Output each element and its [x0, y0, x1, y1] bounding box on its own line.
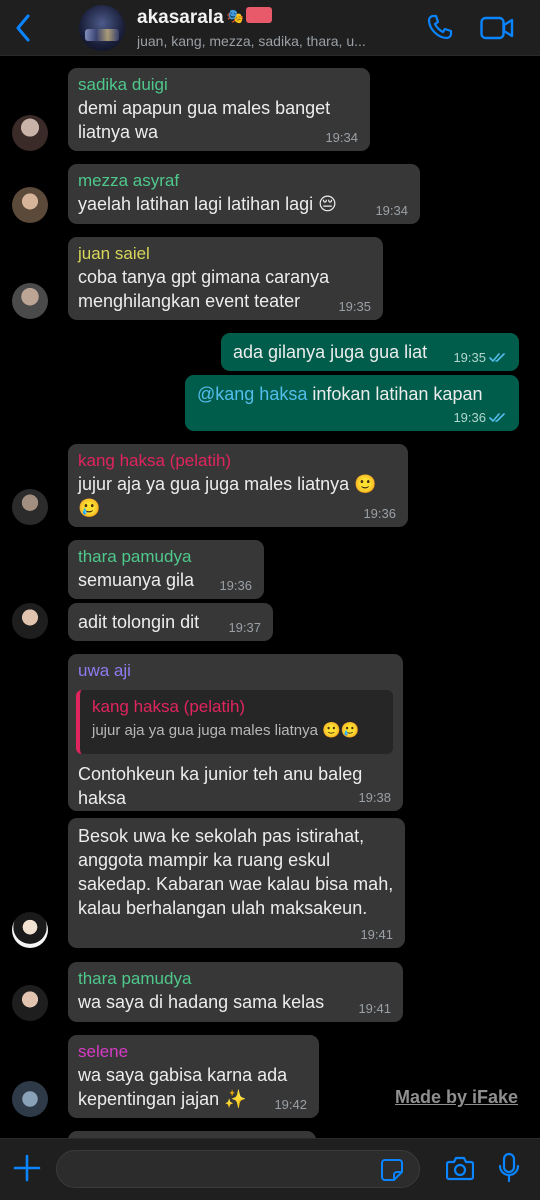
message-bubble[interactable]: juan saiel coba tanya gpt gimana caranya…	[68, 237, 383, 320]
message-text-body: infokan latihan kapan	[307, 384, 483, 404]
message-sender: thara pamudya	[78, 547, 192, 566]
message-list[interactable]: sadika duigi demi apapun gua males bange…	[0, 57, 540, 1138]
read-receipt-icon	[489, 353, 505, 363]
message-time: 19:37	[228, 620, 261, 635]
message-bubble[interactable]: thara pamudya semuanya gila 19:36	[68, 540, 264, 599]
message-bubble-outgoing[interactable]: ada gilanya juga gua liat 19:35	[221, 333, 519, 371]
message-bubble[interactable]: Besok uwa ke sekolah pas istirahat, angg…	[68, 818, 405, 948]
camera-button[interactable]	[445, 1155, 475, 1181]
message-text: yaelah latihan lagi latihan lagi 😔	[78, 194, 337, 214]
message-text: @kang haksa infokan latihan kapan	[195, 382, 507, 406]
message-sender: thara pamudya	[78, 969, 192, 988]
message-text: Besok uwa ke sekolah pas istirahat, angg…	[78, 826, 394, 918]
avatar-juan[interactable]	[12, 283, 48, 319]
back-chevron-icon	[16, 14, 30, 42]
message-time: 19:35	[453, 350, 507, 365]
message-bubble[interactable]: kang haksa (pelatih) jujur aja ya gua ju…	[68, 444, 408, 527]
message-bubble[interactable]: selene wa saya gabisa karna ada kepentin…	[68, 1035, 319, 1118]
ticket-icon	[246, 7, 273, 23]
title-emoji: 🎭	[226, 8, 245, 24]
group-avatar[interactable]	[79, 5, 125, 51]
message-time-text: 19:36	[453, 410, 486, 425]
avatar-kang-haksa[interactable]	[12, 489, 48, 525]
message-time: 19:35	[338, 299, 371, 314]
chat-title[interactable]: akasarala 🎭	[137, 7, 273, 29]
mention-link[interactable]: @kang haksa	[197, 384, 307, 404]
message-text: jujur aja ya gua juga males liatnya 🙂 🥲	[78, 474, 377, 518]
avatar-thara[interactable]	[12, 985, 48, 1021]
message-bubble[interactable]: sadika duigi demi apapun gua males bange…	[68, 68, 370, 151]
chat-title-text: akasarala	[137, 7, 224, 28]
quoted-message[interactable]: kang haksa (pelatih) jujur aja ya gua ju…	[76, 690, 393, 754]
watermark: Made by iFake	[395, 1087, 519, 1107]
quoted-text: jujur aja ya gua juga males liatnya 🙂🥲	[92, 722, 360, 739]
message-time: 19:41	[360, 927, 393, 942]
video-call-button[interactable]	[480, 16, 514, 40]
message-text: demi apapun gua males banget liatnya wa	[78, 98, 331, 142]
message-time: 19:41	[358, 1001, 391, 1016]
message-text: wa saya gabisa karna ada kepentingan jaj…	[78, 1065, 288, 1109]
message-bubble[interactable]: uwa aji kang haksa (pelatih) jujur aja y…	[68, 654, 403, 811]
message-sender: juan saiel	[78, 244, 150, 263]
read-receipt-icon	[489, 413, 505, 423]
message-text: Contohkeun ka junior teh anu baleg haksa	[78, 764, 363, 808]
message-time: 19:36	[219, 578, 252, 593]
message-bubble[interactable]: mezza asyraf yaelah latihan lagi latihan…	[68, 164, 420, 224]
message-sender: selene	[78, 1042, 129, 1061]
back-button[interactable]	[8, 10, 38, 46]
avatar-thara[interactable]	[12, 603, 48, 639]
message-text: coba tanya gpt gimana caranya menghilang…	[78, 267, 330, 311]
message-time-text: 19:35	[453, 350, 486, 365]
avatar-uwa-aji[interactable]	[12, 912, 48, 948]
message-time: 19:36	[453, 410, 507, 425]
avatar-mezza[interactable]	[12, 187, 48, 223]
message-sender: sadika duigi	[78, 75, 168, 94]
microphone-icon	[498, 1152, 520, 1183]
message-bubble[interactable]: adit tolongin dit 19:37	[68, 603, 273, 641]
message-sender: mezza asyraf	[78, 171, 180, 190]
sticker-icon	[381, 1159, 403, 1181]
voice-message-button[interactable]	[498, 1152, 520, 1184]
message-time: 19:36	[363, 506, 396, 521]
message-sender: uwa aji	[78, 661, 131, 680]
voice-call-button[interactable]	[426, 13, 454, 41]
message-bubble-outgoing[interactable]: @kang haksa infokan latihan kapan 19:36	[185, 375, 519, 431]
message-sender: kang haksa (pelatih)	[78, 451, 232, 470]
chat-header: akasarala 🎭 juan, kang, mezza, sadika, th…	[0, 0, 540, 56]
message-input[interactable]	[56, 1150, 420, 1188]
quoted-sender: kang haksa (pelatih)	[92, 697, 246, 716]
attach-button[interactable]	[12, 1153, 42, 1183]
phone-icon	[427, 14, 453, 40]
message-bubble-partial[interactable]	[68, 1131, 316, 1138]
message-bubble[interactable]: thara pamudya wa saya di hadang sama kel…	[68, 962, 403, 1022]
message-time: 19:34	[375, 203, 408, 218]
message-composer	[0, 1138, 540, 1200]
camera-icon	[445, 1156, 475, 1181]
avatar-sadika[interactable]	[12, 115, 48, 151]
message-text: wa saya di hadang sama kelas	[78, 992, 325, 1012]
avatar-selene[interactable]	[12, 1081, 48, 1117]
sticker-button[interactable]	[380, 1158, 404, 1182]
message-time: 19:34	[325, 130, 358, 145]
video-camera-icon	[480, 16, 514, 40]
chat-members[interactable]: juan, kang, mezza, sadika, thara, u...	[137, 33, 413, 49]
message-time: 19:38	[358, 790, 391, 805]
plus-icon	[13, 1154, 41, 1182]
message-time: 19:42	[274, 1097, 307, 1112]
